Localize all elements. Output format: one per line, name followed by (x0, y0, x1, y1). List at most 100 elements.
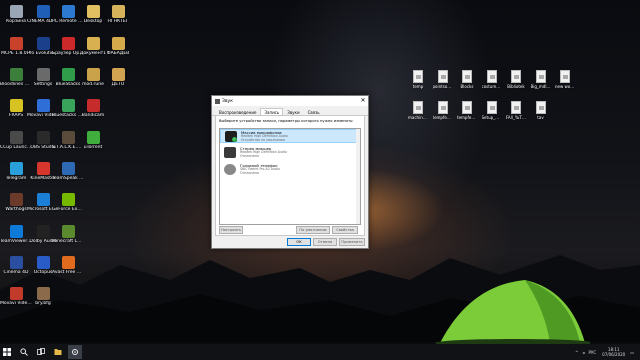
chevron-up-icon[interactable]: ^ (575, 350, 578, 355)
app-icon (61, 256, 75, 269)
desktop-icon-label: GeForce Experience (52, 207, 84, 212)
close-icon[interactable]: ✕ (358, 96, 368, 106)
properties-button[interactable]: Свойства (332, 226, 358, 234)
app-icon (61, 193, 75, 206)
desktop-icon[interactable]: ДЕТО (102, 68, 134, 98)
search-icon[interactable] (17, 345, 31, 359)
language-indicator[interactable]: РУС (589, 350, 597, 355)
desktop-icon[interactable]: ФАБАДЕВ (102, 37, 134, 67)
set-default-button[interactable]: По умолчанию (296, 226, 330, 234)
desktop-file-icon[interactable]: pointsoff... (433, 70, 453, 98)
app-icon (9, 5, 23, 18)
headset-icon (224, 164, 236, 175)
device-status: Отключено (240, 154, 259, 158)
volume-icon[interactable]: ◂ (582, 350, 584, 355)
speaker-icon (215, 98, 220, 104)
document-icon (413, 101, 423, 114)
desktop-icon-label: TeamSpeak 3 Client (52, 176, 84, 181)
tab-sounds[interactable]: Звуки (283, 108, 303, 115)
desktop-icon[interactable]: GeForce Experience (52, 193, 84, 223)
app-icon (61, 99, 75, 112)
app-icon (111, 37, 125, 50)
desktop-file-label: temp (412, 84, 424, 89)
desktop-file-icon[interactable]: Bibliotek (506, 70, 526, 98)
desktop-icon[interactable]: Bandicam (77, 99, 109, 129)
desktop-file-icon[interactable]: Setup_Rig... (482, 101, 502, 129)
clock[interactable]: 18:11 07/06/2020 (602, 347, 625, 357)
desktop-file-icon[interactable]: FAll_YuTU... (506, 101, 526, 129)
sound-dialog: Звук ✕ Воспроизведение Запись Звуки Связ… (211, 95, 369, 249)
desktop-icon[interactable]: Avast Free Antivirus (52, 256, 84, 286)
taskbar: ^ ◂ РУС 18:11 07/06/2020 ▭ (0, 344, 640, 360)
desktop-file-label: tempfeature... (457, 115, 477, 120)
app-icon (86, 37, 100, 50)
apply-button[interactable]: Применить (339, 238, 365, 246)
app-icon (9, 162, 23, 175)
tab-recording[interactable]: Запись (260, 108, 284, 115)
desktop-file-label: Bibliotek (507, 84, 525, 89)
desktop-icon[interactable]: НГНКТЕГ (102, 5, 134, 35)
desktop-file-icon[interactable]: tav (531, 101, 551, 129)
document-icon (437, 70, 448, 83)
desktop-file-label: new world3 (555, 84, 575, 89)
desktop-icon[interactable]: TeamSpeak 3 Client (52, 162, 84, 192)
desktop-icon[interactable]: bry.bfg (27, 287, 59, 317)
device-list-scrollbar[interactable] (356, 129, 360, 224)
dialog-tabs: Воспроизведение Запись Звуки Связь (212, 108, 368, 116)
device-item-microphone-array[interactable]: ✓ Массив микрофонов Realtek High Definit… (220, 129, 360, 143)
app-icon (36, 256, 50, 269)
desktop-file-icon[interactable]: temp (408, 70, 428, 98)
green-tent (435, 280, 590, 345)
app-icon (9, 193, 23, 206)
desktop-icon[interactable]: Minecraft Launcher (52, 225, 84, 255)
app-icon (9, 225, 23, 238)
configure-button[interactable]: Настроить (219, 226, 243, 234)
desktop-file-label: Setup_Rig... (481, 115, 502, 120)
desktop-icon[interactable]: uTorrent (77, 131, 109, 161)
desktop-icon-label: Avast Free Antivirus (52, 270, 84, 275)
desktop-file-icon[interactable]: tempfeatures... (433, 101, 453, 129)
app-icon (61, 225, 75, 238)
desktop-icon-label: ФАБАДЕВ (106, 51, 130, 56)
desktop-icon-label: bry.bfg (35, 301, 51, 306)
app-icon (9, 37, 23, 50)
desktop-file-icon[interactable]: tempfeature... (457, 101, 477, 129)
app-icon (61, 5, 75, 18)
document-icon (560, 70, 570, 83)
desktop-file-label: machine_autd... (408, 115, 428, 120)
device-item-stereo-mix[interactable]: Стерео микшер Realtek High Definition Au… (220, 146, 360, 160)
document-icon (511, 101, 521, 114)
app-icon (111, 5, 125, 18)
tab-communications[interactable]: Связь (304, 108, 324, 115)
device-list[interactable]: ✓ Массив микрофонов Realtek High Definit… (219, 128, 361, 225)
app-icon (9, 256, 23, 269)
desktop-file-icon[interactable]: new world3 (555, 70, 575, 98)
desktop-file-icon[interactable]: machine_autd... (408, 101, 428, 129)
settings-icon[interactable] (68, 345, 82, 359)
desktop-file-icon[interactable]: Blocks (457, 70, 477, 98)
notifications-icon[interactable]: ▭ (630, 350, 634, 355)
desktop-file-label: pointsoff... (432, 84, 453, 89)
app-icon (86, 68, 100, 81)
document-icon (462, 70, 472, 83)
windows-icon[interactable] (0, 345, 14, 359)
task-view-icon[interactable] (34, 345, 48, 359)
recording-panel: Выберите устройство записи, параметры ко… (215, 116, 365, 236)
device-status: Отключено (240, 171, 259, 175)
file-explorer-icon[interactable] (51, 345, 65, 359)
desktop-icon-label: Minecraft Launcher (52, 239, 84, 244)
desktop-icon-label: ДЕТО (111, 82, 125, 87)
app-icon (9, 99, 23, 112)
desktop-file-label: FAll_YuTU... (506, 115, 526, 120)
desktop-file-icon[interactable]: Big_mdli_full (531, 70, 551, 98)
ok-button[interactable]: ОК (287, 238, 311, 246)
desktop-file-icon[interactable]: costume_s... (482, 70, 502, 98)
cancel-button[interactable]: Отмена (313, 238, 337, 246)
tab-playback[interactable]: Воспроизведение (215, 108, 260, 115)
device-item-headset[interactable]: Головной телефон SBIC Redmi Pro A2 Audio… (220, 163, 360, 177)
desktop-icon-label: НГНКТЕГ (107, 19, 129, 24)
app-icon (36, 162, 50, 175)
dialog-titlebar[interactable]: Звук ✕ (212, 96, 368, 106)
app-icon (86, 131, 100, 144)
desktop-file-label: tav (537, 115, 544, 120)
